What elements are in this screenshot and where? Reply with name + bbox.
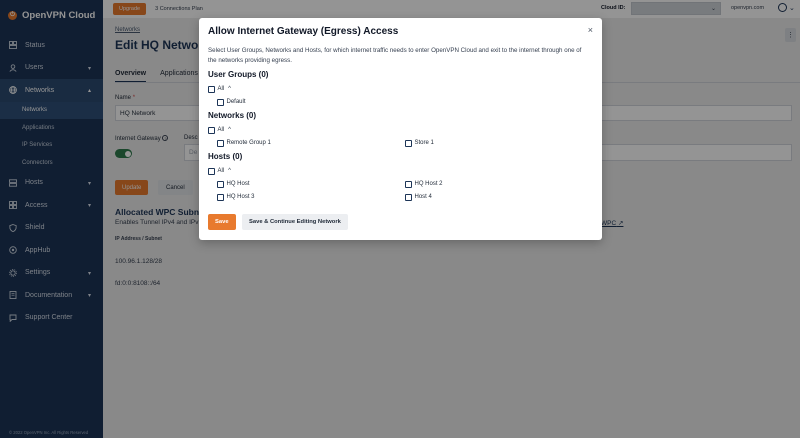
network-store-1-checkbox[interactable]: Store 1 (405, 140, 434, 147)
checkbox-icon (208, 86, 215, 93)
modal-description: Select User Groups, Networks and Hosts, … (208, 47, 582, 64)
checkbox-icon (217, 140, 224, 147)
user-group-default-checkbox[interactable]: Default (217, 99, 246, 106)
network-remote-group-1-checkbox[interactable]: Remote Group 1 (217, 140, 271, 147)
close-icon[interactable]: × (588, 25, 593, 35)
host-host-4-checkbox[interactable]: Host 4 (405, 194, 432, 201)
hosts-all-checkbox[interactable]: All ^ (208, 168, 231, 175)
host-hq-host-3-checkbox[interactable]: HQ Host 3 (217, 194, 255, 201)
user-groups-title: User Groups (0) (208, 70, 269, 79)
save-continue-button[interactable]: Save & Continue Editing Network (242, 214, 348, 230)
chevron-up-icon[interactable]: ^ (228, 86, 231, 92)
host-hq-host-checkbox[interactable]: HQ Host (217, 181, 250, 188)
checkbox-icon (208, 127, 215, 134)
checkbox-icon (405, 140, 412, 147)
checkbox-icon (217, 99, 224, 106)
hosts-title: Hosts (0) (208, 152, 243, 161)
checkbox-icon (217, 194, 224, 201)
networks-all-checkbox[interactable]: All ^ (208, 127, 231, 134)
checkbox-icon (217, 181, 224, 188)
host-hq-host-2-checkbox[interactable]: HQ Host 2 (405, 181, 443, 188)
checkbox-icon (405, 181, 412, 188)
save-button[interactable]: Save (208, 214, 236, 230)
checkbox-icon (405, 194, 412, 201)
user-groups-all-checkbox[interactable]: All ^ (208, 86, 231, 93)
chevron-up-icon[interactable]: ^ (228, 168, 231, 174)
checkbox-icon (208, 168, 215, 175)
networks-title: Networks (0) (208, 111, 257, 120)
modal-title: Allow Internet Gateway (Egress) Access (208, 26, 399, 37)
chevron-up-icon[interactable]: ^ (228, 127, 231, 133)
egress-access-modal: Allow Internet Gateway (Egress) Access ×… (199, 18, 602, 240)
